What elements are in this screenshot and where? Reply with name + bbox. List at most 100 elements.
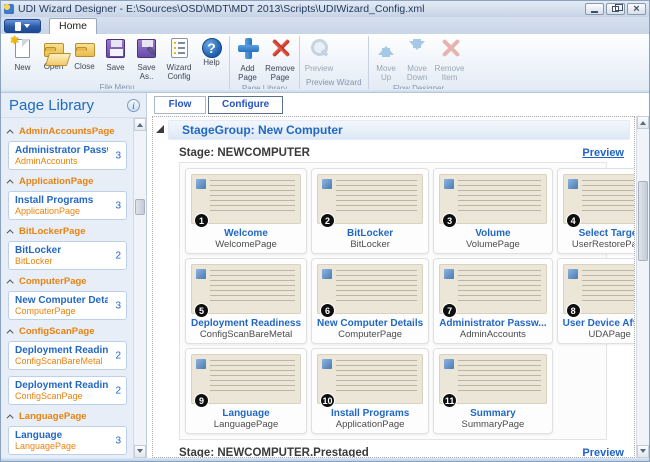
scroll-down-button[interactable]	[134, 445, 146, 458]
sidebar-group-languagepage[interactable]: LanguagePage	[9, 411, 129, 422]
save-button[interactable]: Save	[100, 36, 131, 73]
remove-item-button[interactable]: Remove Item	[433, 36, 467, 83]
list-item[interactable]: Language LanguagePage 3	[8, 426, 127, 455]
close-button[interactable]: ×	[627, 3, 646, 15]
new-button[interactable]: New	[7, 36, 38, 73]
minimize-icon	[591, 11, 598, 13]
view-tabs: Flow Configure	[152, 95, 649, 116]
page-card[interactable]: 11 Summary SummaryPage	[433, 348, 552, 434]
close-folder-icon	[75, 43, 95, 57]
app-window: UDI Wizard Designer - E:\Sources\OSD\MDT…	[0, 0, 650, 462]
sidebar-group-computerpage[interactable]: ComputerPage	[9, 276, 129, 287]
stage-preview-link[interactable]: Preview	[582, 447, 624, 458]
list-item[interactable]: Install Programs ApplicationPage 3	[8, 191, 127, 220]
wizard-config-button[interactable]: Wizard Config	[162, 36, 196, 82]
page-card[interactable]: 8 User Device Affinity UDAPage	[557, 258, 635, 344]
tab-home[interactable]: Home	[49, 18, 97, 34]
close-file-button[interactable]: Close	[69, 36, 100, 72]
help-icon: ?	[202, 38, 222, 58]
page-card[interactable]: 3 Volume VolumePage	[433, 168, 552, 254]
scrollbar-track[interactable]	[637, 129, 649, 445]
collapse-chevron-icon	[7, 129, 14, 136]
page-card[interactable]: 5 Deployment Readiness ConfigScanBareMet…	[185, 258, 307, 344]
remove-page-button[interactable]: Remove Page	[263, 36, 297, 83]
page-count: 3	[115, 150, 121, 161]
sidebar-group-adminaccountspage[interactable]: AdminAccountsPage	[9, 126, 129, 137]
page-card[interactable]: 10 Install Programs ApplicationPage	[311, 348, 429, 434]
list-item[interactable]: Deployment Readiness ConfigScanPage 2	[8, 376, 127, 405]
page-card[interactable]: 9 Language LanguagePage	[185, 348, 307, 434]
stage-preview-link[interactable]: Preview	[582, 147, 624, 159]
page-card[interactable]: 2 BitLocker BitLocker	[311, 168, 429, 254]
tab-configure[interactable]: Configure	[208, 96, 283, 114]
page-count: 3	[115, 200, 121, 211]
page-card[interactable]: 7 Administrator Passw... AdminAccounts	[433, 258, 552, 344]
page-number-badge: 10	[320, 393, 335, 408]
collapse-chevron-icon	[7, 179, 14, 186]
open-folder-icon	[44, 43, 64, 57]
main-scrollbar[interactable]	[636, 116, 649, 458]
open-button[interactable]: Open	[38, 36, 69, 72]
tab-flow[interactable]: Flow	[154, 96, 206, 114]
page-card[interactable]: 4 Select Target UserRestorePage	[557, 168, 635, 254]
preview-button[interactable]: Preview	[302, 36, 336, 74]
info-icon[interactable]: i	[127, 99, 140, 112]
page-number-badge: 7	[442, 303, 457, 318]
stage-page-grid: 1 Welcome WelcomePage 2 BitLocker BitLoc…	[179, 162, 607, 440]
ribbon-group-file-menu: New Open Close Save Save As..	[5, 36, 229, 89]
list-item[interactable]: BitLocker BitLocker 2	[8, 241, 127, 270]
expander-triangle-icon[interactable]	[156, 125, 164, 133]
sidebar-group-applicationpage[interactable]: ApplicationPage	[9, 176, 129, 187]
restore-button[interactable]	[606, 3, 625, 15]
save-as-button[interactable]: Save As..	[131, 36, 162, 82]
triangle-up-icon	[137, 120, 143, 127]
application-menu-button[interactable]	[4, 19, 41, 33]
collapse-chevron-icon	[7, 229, 14, 236]
page-card[interactable]: 6 New Computer Details ComputerPage	[311, 258, 429, 344]
stage-title: Stage: NEWCOMPUTER.Prestaged	[179, 447, 582, 458]
ribbon: New Open Close Save Save As..	[1, 34, 649, 89]
list-item[interactable]: Administrator Password AdminAccounts 3	[8, 141, 127, 170]
page-library-list: AdminAccountsPage Administrator Password…	[1, 118, 133, 458]
restore-icon	[612, 6, 619, 12]
add-page-button[interactable]: Add Page	[232, 36, 263, 83]
flow-designer-main: Flow Configure StageGroup: New Computer …	[147, 93, 649, 458]
scrollbar-track[interactable]	[134, 131, 146, 445]
ribbon-group-label: Preview Wizard	[302, 77, 366, 89]
page-number-badge: 1	[194, 213, 209, 228]
scrollbar-thumb[interactable]	[135, 199, 145, 215]
page-count: 2	[115, 385, 121, 396]
page-number-badge: 3	[442, 213, 457, 228]
page-number-badge: 11	[442, 393, 457, 408]
page-card[interactable]: 1 Welcome WelcomePage	[185, 168, 307, 254]
save-floppy-icon	[106, 39, 125, 58]
sidebar-group-bitlockerpage[interactable]: BitLockerPage	[9, 226, 129, 237]
ribbon-group-page-library: Add Page Remove Page Page Library	[229, 36, 299, 89]
remove-x-icon	[269, 37, 291, 59]
ribbon-group-flow-designer: Move Up Move Down Remove Item Flow Desig…	[368, 36, 469, 89]
scroll-up-button[interactable]	[637, 116, 649, 129]
stagegroup-header[interactable]: StageGroup: New Computer	[168, 120, 630, 140]
list-item[interactable]: New Computer Details ComputerPage 3	[8, 291, 127, 320]
application-menu-document-icon	[15, 22, 21, 31]
page-number-badge: 9	[194, 393, 209, 408]
minimize-button[interactable]	[585, 3, 604, 15]
help-button[interactable]: ? Help	[196, 36, 227, 68]
page-library-sidebar: Page Library i AdminAccountsPage Adminis…	[1, 93, 147, 458]
collapse-chevron-icon	[7, 279, 14, 286]
list-item[interactable]: Deployment Readiness ConfigScanBareMetal…	[8, 341, 127, 370]
page-number-badge: 6	[320, 303, 335, 318]
chevron-down-icon	[24, 24, 30, 28]
page-count: 3	[115, 435, 121, 446]
scrollbar-thumb[interactable]	[638, 181, 648, 261]
sidebar-scrollbar[interactable]	[133, 118, 146, 458]
sidebar-group-configscanpage[interactable]: ConfigScanPage	[9, 326, 129, 337]
scroll-down-button[interactable]	[637, 445, 649, 458]
move-down-button[interactable]: Move Down	[402, 36, 433, 83]
collapse-chevron-icon	[7, 414, 14, 421]
move-up-button[interactable]: Move Up	[371, 36, 402, 83]
window-title: UDI Wizard Designer - E:\Sources\OSD\MDT…	[18, 3, 583, 15]
scroll-up-button[interactable]	[134, 118, 146, 131]
close-icon: ×	[633, 4, 639, 15]
titlebar: UDI Wizard Designer - E:\Sources\OSD\MDT…	[1, 1, 649, 17]
